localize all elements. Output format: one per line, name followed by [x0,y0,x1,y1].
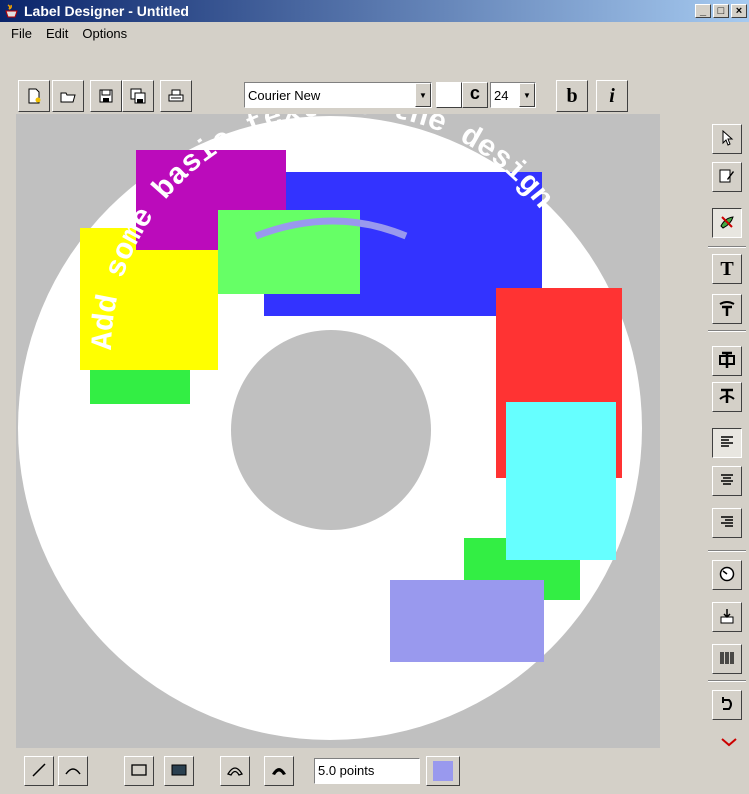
floppy-disk-icon [99,89,113,103]
paint-tool-button[interactable] [712,208,742,238]
maximize-button[interactable]: □ [713,4,729,18]
font-style-button[interactable]: c [462,82,488,108]
align-left-icon [720,435,734,452]
arc-band-outline-icon [227,763,243,780]
font-size-select[interactable]: 24 ▼ [490,82,536,108]
separator [708,330,746,332]
italic-button[interactable]: i [596,80,628,112]
chevron-down-icon[interactable]: ▼ [415,83,431,107]
label-drawing[interactable]: Add some basic text to the design [16,114,660,748]
chevron-down-icon[interactable]: ▼ [519,83,535,107]
java-cup-icon [4,3,20,19]
rectangle-filled-icon [171,763,187,780]
stroke-color-chip [433,761,453,781]
text-arc-top-icon [718,299,736,320]
cyan-rectangle[interactable] [506,402,616,560]
text-arc-bottom-icon [718,387,736,408]
save-button[interactable] [90,80,122,112]
line-tool-button[interactable] [24,756,54,786]
printer-icon [168,89,184,103]
window-title: Label Designer - Untitled [24,3,189,19]
align-right-icon [720,515,734,532]
undo-arrow-icon [719,696,735,715]
font-family-select[interactable]: Courier New ▼ [244,82,432,108]
undo-button[interactable] [712,690,742,720]
design-canvas[interactable]: Add some basic text to the design [16,114,660,748]
arc-filled-tool-button[interactable] [264,756,294,786]
bold-button[interactable]: b [556,80,588,112]
menu-edit[interactable]: Edit [39,24,75,43]
paint-brush-icon [719,214,735,233]
new-file-icon [26,88,42,104]
text-t-icon: T [720,257,734,280]
cd-hub-hole [231,330,431,530]
lavender-rectangle[interactable] [390,580,544,662]
save-as-icon [130,88,146,104]
barcode-button[interactable] [712,644,742,674]
separator [708,680,746,682]
rotate-tool-button[interactable] [712,560,742,590]
menu-file[interactable]: File [4,24,39,43]
rectangle-tool-button[interactable] [124,756,154,786]
separator [708,550,746,552]
title-bar: Label Designer - Untitled _ □ × [0,0,749,22]
font-size-value: 24 [494,87,509,103]
font-color-button[interactable] [436,82,462,108]
arrow-pointer-icon [720,129,734,149]
arc-band-filled-icon [271,763,287,780]
curved-text-top-button[interactable] [712,294,742,324]
save-as-button[interactable] [122,80,154,112]
text-tool-button[interactable]: T [712,254,742,284]
align-center-button[interactable] [712,466,742,496]
font-family-value: Courier New [248,87,321,103]
new-file-button[interactable] [18,80,50,112]
text-center-arc-button[interactable] [712,346,742,376]
close-button[interactable]: × [731,4,747,18]
line-width-field[interactable]: 5.0 points [314,758,420,784]
barcode-icon [720,651,734,668]
green-small-rectangle[interactable] [90,370,190,404]
select-tool-button[interactable] [712,124,742,154]
text-center-arc-icon [718,351,736,372]
import-arrow-icon [719,608,735,627]
import-image-button[interactable] [712,602,742,632]
edit-pencil-icon [719,168,735,187]
menu-bar: File Edit Options [0,22,749,44]
stroke-color-button[interactable] [426,756,460,786]
print-button[interactable] [160,80,192,112]
chevron-down-icon[interactable] [719,736,739,748]
align-center-icon [720,473,734,490]
edit-tool-button[interactable] [712,162,742,192]
text-bottom-arc-button[interactable] [712,382,742,412]
arc-icon [65,762,81,781]
separator [708,246,746,248]
menu-options[interactable]: Options [75,24,134,43]
clock-dial-icon [719,566,735,585]
arc-tool-button[interactable] [58,756,88,786]
open-file-button[interactable] [52,80,84,112]
filled-rectangle-tool-button[interactable] [164,756,194,786]
arc-outline-tool-button[interactable] [220,756,250,786]
open-folder-icon [60,89,76,103]
align-left-button[interactable] [712,428,742,458]
minimize-button[interactable]: _ [695,4,711,18]
rectangle-outline-icon [131,763,147,780]
line-icon [31,762,47,781]
align-right-button[interactable] [712,508,742,538]
